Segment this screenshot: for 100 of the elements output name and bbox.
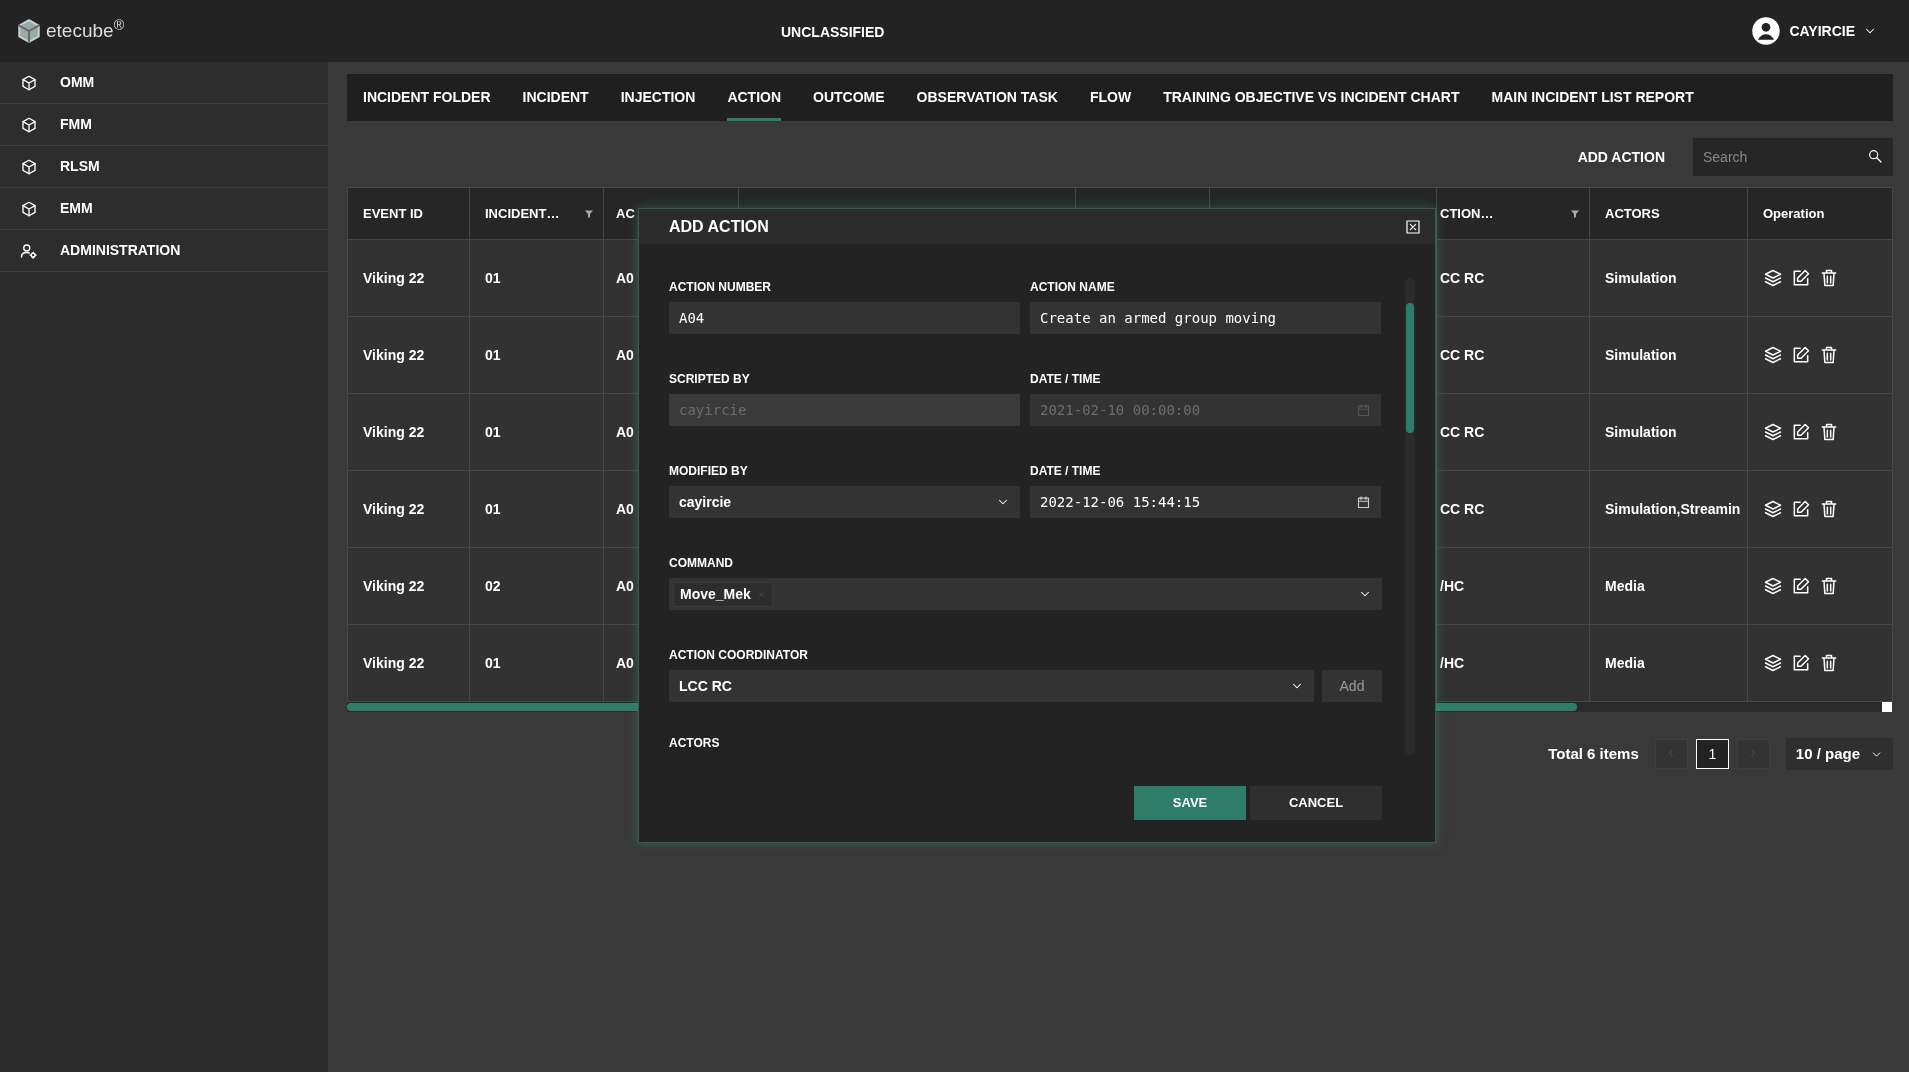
total-items-label: Total 6 items [1548, 743, 1639, 764]
table-cell: Viking 22 [363, 269, 425, 286]
tab[interactable]: TRAINING OBJECTIVE VS INCIDENT CHART [1147, 74, 1476, 121]
table-cell: Simulation [1605, 423, 1677, 440]
logo-text: etecube$^{®}$ [46, 16, 125, 43]
column-header: EVENT ID [363, 205, 423, 221]
field-label: ACTION NUMBER [669, 279, 772, 294]
filter-icon[interactable] [583, 208, 595, 220]
table-cell: 01 [485, 500, 501, 517]
edit-icon[interactable] [1791, 576, 1811, 596]
edit-icon[interactable] [1791, 345, 1811, 365]
admin-user-icon [20, 241, 38, 260]
table-cell: Media [1605, 654, 1645, 671]
tab[interactable]: MAIN INCIDENT LIST REPORT [1475, 74, 1710, 121]
edit-icon[interactable] [1791, 422, 1811, 442]
tab[interactable]: INJECTION [604, 74, 712, 121]
search-icon[interactable] [1867, 148, 1883, 164]
classification-label: UNCLASSIFIED [781, 23, 885, 42]
field-label: MODIFIED BY [669, 463, 749, 478]
cube-icon [20, 199, 38, 218]
table-cell: /HC [1440, 654, 1465, 671]
add-button[interactable]: Add [1322, 670, 1382, 702]
column-header: ACTORS [1605, 205, 1660, 221]
table-cell: CC RC [1440, 423, 1485, 440]
trash-icon[interactable] [1819, 422, 1839, 442]
column-header: Operation [1763, 205, 1825, 221]
search-field[interactable]: Search [1693, 138, 1893, 176]
table-cell: CC RC [1440, 269, 1485, 286]
section-label: ACTORS [669, 735, 721, 750]
column-header: AC [616, 205, 635, 221]
table-cell: CC RC [1440, 500, 1485, 517]
table-cell: A0 [616, 577, 634, 594]
multi-select-field[interactable]: Move_Mek [669, 578, 1382, 610]
cube-icon [20, 73, 38, 92]
table-cell: A0 [616, 346, 634, 363]
edit-icon[interactable] [1791, 499, 1811, 519]
tab[interactable]: INCIDENT [506, 74, 605, 121]
table-cell: CC RC [1440, 346, 1485, 363]
table-cell: Simulation,Streamin [1605, 500, 1741, 517]
tab[interactable]: OBSERVATION TASK [900, 74, 1074, 121]
vertical-scrollbar[interactable] [1405, 278, 1415, 755]
table-cell: Viking 22 [363, 423, 425, 440]
column-header: CTION… [1440, 205, 1494, 221]
select-field[interactable]: LCC RC [669, 670, 1314, 702]
cube-icon [20, 157, 38, 176]
trash-icon[interactable] [1819, 268, 1839, 288]
tab[interactable]: FLOW [1073, 74, 1148, 121]
logo-cube-icon [16, 18, 42, 44]
filter-icon[interactable] [1569, 208, 1581, 220]
save-button[interactable]: SAVE [1134, 786, 1246, 820]
layers-icon[interactable] [1763, 499, 1783, 519]
layers-icon[interactable] [1763, 576, 1783, 596]
layers-icon[interactable] [1763, 268, 1783, 288]
user-avatar-icon [1751, 16, 1782, 46]
table-cell: Media [1605, 577, 1645, 594]
cancel-button[interactable]: CANCEL [1250, 786, 1382, 820]
trash-icon[interactable] [1819, 345, 1839, 365]
field-label: ACTION NAME [1030, 279, 1116, 294]
layers-icon[interactable] [1763, 653, 1783, 673]
table-cell: 02 [485, 577, 501, 594]
calendar-icon [1356, 402, 1371, 418]
input-field[interactable]: Create an armed group moving [1030, 302, 1381, 334]
field-label: SCRIPTED BY [669, 371, 751, 386]
layers-icon[interactable] [1763, 422, 1783, 442]
user-menu[interactable]: CAYIRCIE [1789, 20, 1877, 42]
tab[interactable]: OUTCOME [797, 74, 901, 121]
input-field[interactable]: A04 [669, 302, 1020, 334]
table-cell: 01 [485, 423, 501, 440]
table-cell: /HC [1440, 577, 1465, 594]
trash-icon[interactable] [1819, 576, 1839, 596]
table-cell: A0 [616, 269, 634, 286]
edit-icon[interactable] [1791, 268, 1811, 288]
add-action-button[interactable]: ADD ACTION [1571, 145, 1671, 169]
table-cell: Viking 22 [363, 654, 425, 671]
table-cell: A0 [616, 500, 634, 517]
table-cell: Viking 22 [363, 346, 425, 363]
edit-icon[interactable] [1791, 653, 1811, 673]
table-cell: Viking 22 [363, 500, 425, 517]
table-cell: 01 [485, 346, 501, 363]
table-cell: A0 [616, 423, 634, 440]
page-size-select[interactable]: 10 / page [1785, 738, 1893, 770]
tab[interactable]: INCIDENT FOLDER [347, 74, 507, 121]
column-header: INCIDENT… [485, 205, 560, 221]
table-cell: Viking 22 [363, 577, 425, 594]
table-cell: A0 [616, 654, 634, 671]
trash-icon[interactable] [1819, 499, 1839, 519]
close-icon[interactable] [1405, 218, 1421, 235]
tag-text: Move_Mek [680, 584, 751, 604]
calendar-icon [1356, 494, 1371, 510]
field-label: DATE / TIME [1030, 371, 1102, 386]
date-field[interactable]: 2022-12-06 15:44:15 [1030, 486, 1381, 518]
field-label: COMMAND [669, 555, 734, 570]
trash-icon[interactable] [1819, 653, 1839, 673]
layers-icon[interactable] [1763, 345, 1783, 365]
field-label: ACTION COORDINATOR [669, 647, 809, 662]
select-field[interactable]: cayircie [669, 486, 1020, 518]
tab[interactable]: ACTION [711, 74, 798, 121]
page-button[interactable]: 1 [1695, 739, 1729, 769]
field-label: DATE / TIME [1030, 463, 1102, 478]
table-cell: Simulation [1605, 269, 1677, 286]
